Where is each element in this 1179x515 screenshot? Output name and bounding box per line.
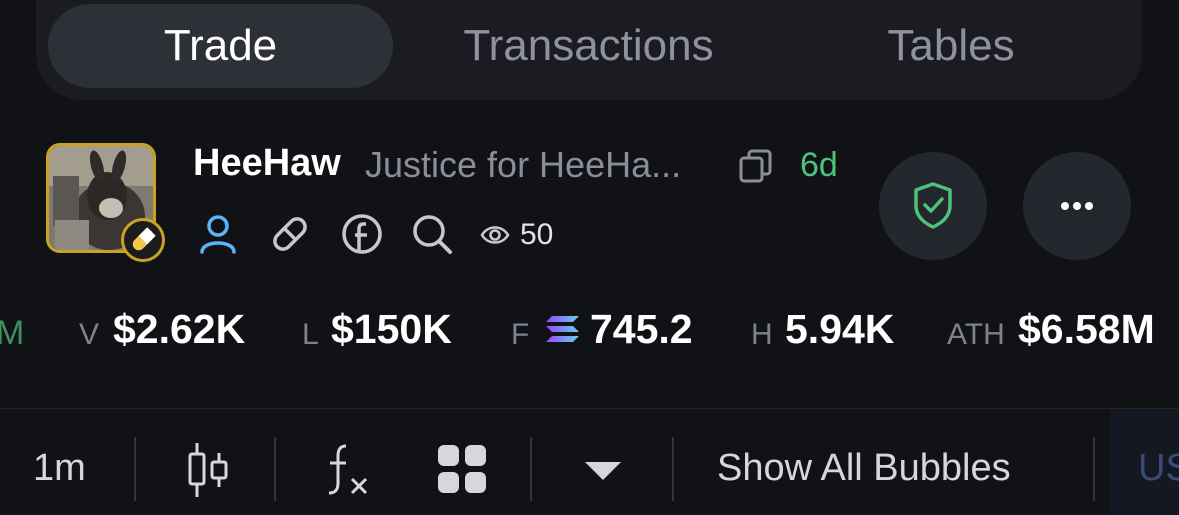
tab-bar: Trade Transactions Tables <box>36 0 1142 100</box>
token-name: HeeHaw <box>193 142 341 184</box>
stat-value-ath: $6.58M <box>1018 306 1155 352</box>
toolbar-divider <box>274 437 276 501</box>
more-icon <box>1061 202 1093 210</box>
stat-value-volume: $2.62K <box>113 306 246 352</box>
toolbar-divider <box>134 437 136 501</box>
tab-transactions[interactable]: Transactions <box>431 4 746 88</box>
search-icon[interactable] <box>410 212 454 256</box>
stat-value-holders: 5.94K <box>785 306 895 352</box>
function-icon[interactable] <box>324 443 370 497</box>
stat-label-fees: F <box>511 318 530 351</box>
toolbar-divider <box>1093 437 1095 501</box>
facebook-icon[interactable] <box>340 212 384 256</box>
pill-icon <box>121 218 165 262</box>
stat-label-volume: V <box>79 318 100 351</box>
toolbar-divider <box>672 437 674 501</box>
token-stats-row: M V $2.62K L $150K F 745.2 H 5.94K ATH $… <box>0 306 1179 362</box>
grid-icon[interactable] <box>437 444 487 494</box>
solana-icon <box>546 316 579 342</box>
chart-toolbar: 1m Show All Bubbles US <box>0 409 1179 515</box>
more-options-button[interactable] <box>1023 152 1131 260</box>
link-icon[interactable] <box>268 212 312 256</box>
interval-button[interactable]: 1m <box>33 447 86 490</box>
show-all-bubbles-button[interactable]: Show All Bubbles <box>717 447 1011 490</box>
stat-label-liquidity: L <box>302 318 319 351</box>
tab-tables[interactable]: Tables <box>836 4 1066 88</box>
eye-icon <box>480 226 510 244</box>
stat-label-holders: H <box>751 318 773 351</box>
stat-label-ath: ATH <box>947 318 1005 351</box>
copy-icon[interactable] <box>738 148 774 184</box>
stat-value-liquidity: $150K <box>331 306 452 352</box>
shield-check-icon <box>914 182 952 229</box>
views-count: 50 <box>520 218 554 251</box>
candlestick-icon[interactable] <box>186 441 230 499</box>
security-check-button[interactable] <box>879 152 987 260</box>
user-icon[interactable] <box>196 212 240 256</box>
tab-trade[interactable]: Trade <box>48 4 393 88</box>
stat-value-fees: 745.2 <box>590 306 693 352</box>
stat-label-mcap: M <box>0 314 25 352</box>
token-subtitle: Justice for HeeHa... <box>365 144 682 185</box>
token-age: 6d <box>800 146 838 184</box>
chevron-down-icon[interactable] <box>583 460 623 482</box>
toolbar-divider <box>530 437 532 501</box>
currency-toggle-cutoff[interactable]: US <box>1138 447 1179 490</box>
